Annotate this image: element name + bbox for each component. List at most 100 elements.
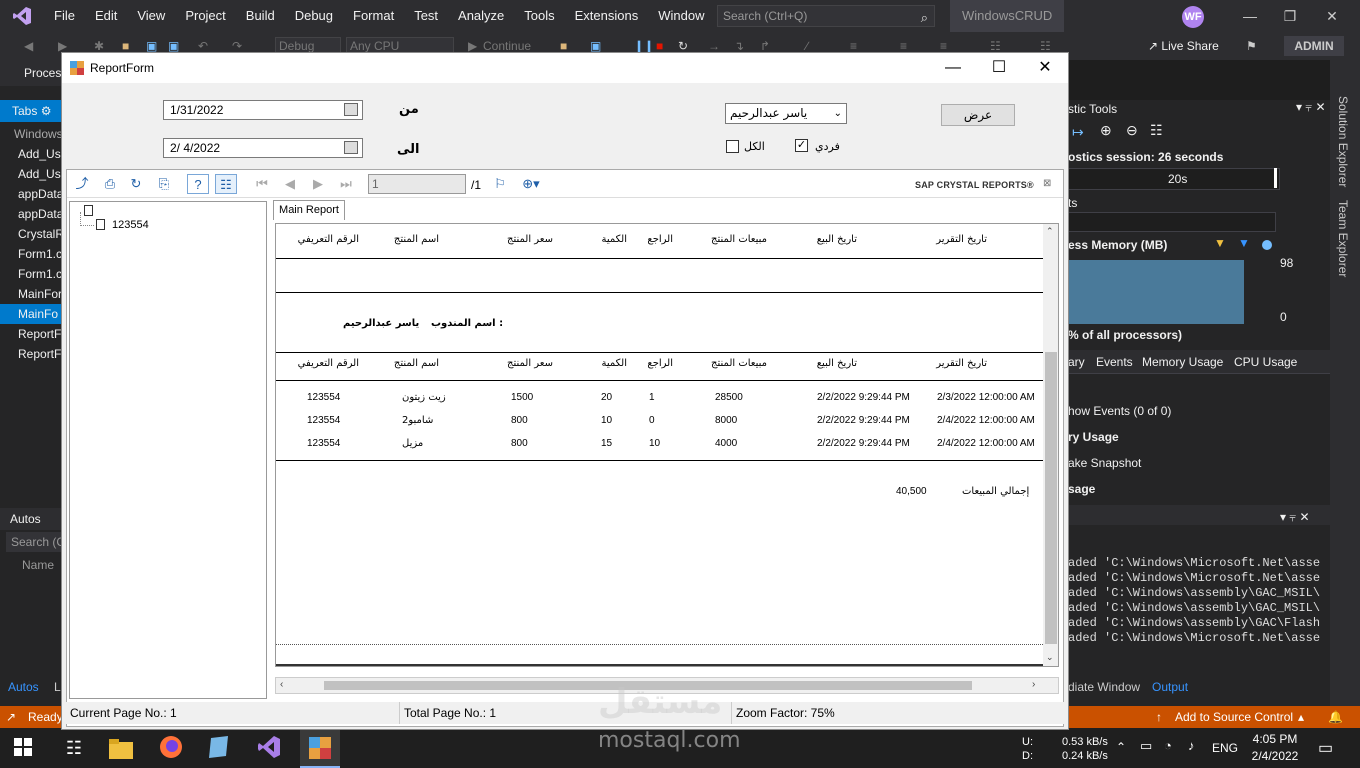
clock-date[interactable]: 2/4/2022: [1250, 749, 1300, 763]
scroll-left-icon[interactable]: ‹: [280, 679, 283, 690]
restore-icon[interactable]: ❐: [1270, 0, 1310, 32]
close-panel-icon[interactable]: ⊠: [1043, 178, 1051, 189]
diag-tab[interactable]: ary: [1068, 355, 1085, 369]
find-icon[interactable]: ⚐: [489, 174, 511, 194]
notification-bell-icon[interactable]: 🔔: [1328, 706, 1343, 728]
menu-extensions[interactable]: Extensions: [565, 0, 649, 32]
main-report-tab[interactable]: Main Report: [273, 200, 345, 220]
scroll-thumb[interactable]: [1045, 352, 1057, 644]
pin-icon[interactable]: ▾ ⫧ ✕: [1296, 100, 1326, 115]
volume-icon[interactable]: ♪: [1188, 738, 1195, 753]
gear-icon[interactable]: ⚙: [41, 104, 52, 118]
menu-project[interactable]: Project: [175, 0, 235, 32]
close-icon[interactable]: ✕: [1022, 53, 1068, 83]
immediate-window-tab[interactable]: diate Window: [1068, 680, 1140, 694]
output-pin-icon[interactable]: ▾ ⫧ ✕: [1280, 510, 1310, 525]
autos-search-input[interactable]: Search (C: [6, 532, 62, 552]
menu-analyze[interactable]: Analyze: [448, 0, 514, 32]
show-events-row[interactable]: how Events (0 of 0): [1068, 404, 1171, 418]
menu-debug[interactable]: Debug: [285, 0, 343, 32]
locals-tab[interactable]: L: [54, 680, 61, 694]
team-explorer-tab[interactable]: Team Explorer: [1336, 200, 1350, 277]
solution-file-item[interactable]: MainFo: [0, 304, 62, 324]
graph-icon[interactable]: ☷: [1150, 122, 1163, 139]
show-hidden-icons[interactable]: ⌃: [1116, 740, 1126, 754]
battery-icon[interactable]: ▭: [1140, 738, 1152, 754]
print-icon[interactable]: ⎙: [99, 174, 121, 194]
scroll-down-icon[interactable]: ⌄: [1046, 652, 1054, 663]
page-number-input[interactable]: 1: [368, 174, 466, 194]
calendar-icon[interactable]: [344, 141, 358, 154]
scroll-right-icon[interactable]: ›: [1032, 679, 1035, 690]
firefox-icon[interactable]: [158, 734, 186, 762]
menu-format[interactable]: Format: [343, 0, 404, 32]
solution-file-item[interactable]: Add_Us: [0, 164, 62, 184]
tree-item-label[interactable]: 123554: [112, 219, 149, 231]
vertical-scrollbar[interactable]: ⌃ ⌄: [1043, 224, 1058, 666]
refresh-icon[interactable]: ↻: [125, 174, 147, 194]
maximize-icon[interactable]: ☐: [976, 53, 1022, 83]
wifi-icon[interactable]: ◔: [1164, 738, 1172, 753]
add-source-control-button[interactable]: Add to Source Control: [1175, 706, 1293, 728]
report-form-taskbar-icon[interactable]: [300, 728, 340, 768]
menu-window[interactable]: Window: [648, 0, 714, 32]
menu-file[interactable]: File: [44, 0, 85, 32]
rep-combobox[interactable]: ياسر عبدالرحيم ⌄: [725, 103, 847, 124]
close-icon[interactable]: ✕: [1312, 0, 1352, 32]
feedback-icon[interactable]: ⚑: [1246, 37, 1257, 55]
menu-edit[interactable]: Edit: [85, 0, 127, 32]
zoom-in-icon[interactable]: ⊕: [1100, 122, 1112, 139]
copy-icon[interactable]: ⎘: [153, 174, 175, 194]
search-icon[interactable]: ⌕: [921, 8, 928, 28]
solution-file-item[interactable]: MainFor: [0, 284, 62, 304]
last-page-icon[interactable]: ⏭: [335, 174, 357, 194]
file-explorer-icon[interactable]: [108, 734, 136, 762]
help-icon[interactable]: ?: [187, 174, 209, 194]
avatar[interactable]: WF: [1182, 6, 1204, 28]
menu-tools[interactable]: Tools: [514, 0, 564, 32]
notepad-icon[interactable]: [206, 734, 234, 762]
all-checkbox[interactable]: [726, 140, 739, 153]
diag-tab[interactable]: Events: [1096, 355, 1133, 369]
group-tree-toggle-icon[interactable]: ☷: [215, 174, 237, 194]
timeline-cursor[interactable]: [1274, 168, 1277, 188]
date-to-picker[interactable]: 2/ 4/2022: [163, 138, 363, 158]
solution-file-item[interactable]: ReportF: [0, 344, 62, 364]
next-page-icon[interactable]: ▶: [307, 174, 329, 194]
action-center-icon[interactable]: ▭: [1318, 738, 1333, 758]
solution-file-item[interactable]: Form1.c: [0, 244, 62, 264]
zoom-out-icon[interactable]: ⊖: [1126, 122, 1138, 139]
zoom-icon[interactable]: ⊕▾: [515, 174, 547, 194]
language-indicator[interactable]: ENG: [1212, 741, 1238, 755]
calendar-icon[interactable]: [344, 103, 358, 116]
solution-file-item[interactable]: appData: [0, 204, 62, 224]
tabs-panel-header[interactable]: Tabs ⚙: [0, 100, 62, 122]
visual-studio-taskbar-icon[interactable]: [256, 734, 284, 762]
output-tab[interactable]: Output: [1152, 680, 1188, 694]
first-page-icon[interactable]: ⏮: [251, 174, 273, 194]
chevron-up-icon[interactable]: ▴: [1298, 706, 1304, 728]
task-view-icon[interactable]: ☷: [60, 734, 88, 762]
date-from-picker[interactable]: 1/31/2022: [163, 100, 363, 120]
export-icon[interactable]: ⤴: [71, 174, 93, 194]
prev-page-icon[interactable]: ◀: [279, 174, 301, 194]
back-icon[interactable]: ◀: [24, 37, 33, 55]
tree-root[interactable]: Windows: [0, 124, 62, 144]
live-share-button[interactable]: ↗ Live Share: [1148, 37, 1219, 55]
start-icon[interactable]: [14, 738, 42, 766]
chevron-down-icon[interactable]: ⌄: [834, 104, 842, 123]
solution-file-item[interactable]: ReportF: [0, 324, 62, 344]
single-checkbox[interactable]: ✓: [795, 139, 808, 152]
minimize-icon[interactable]: —: [930, 53, 976, 83]
show-report-button[interactable]: عرض: [941, 104, 1015, 126]
vs-search-input[interactable]: Search (Ctrl+Q) ⌕: [717, 5, 935, 27]
scroll-up-icon[interactable]: ⌃: [1046, 226, 1054, 237]
solution-file-item[interactable]: Form1.c: [0, 264, 62, 284]
clock-time[interactable]: 4:05 PM: [1250, 732, 1300, 746]
solution-file-item[interactable]: CrystalR: [0, 224, 62, 244]
menu-build[interactable]: Build: [236, 0, 285, 32]
diag-tab[interactable]: Memory Usage: [1142, 355, 1223, 369]
take-snapshot-row[interactable]: ake Snapshot: [1068, 456, 1141, 470]
solution-explorer-tab[interactable]: Solution Explorer: [1336, 96, 1350, 187]
autos-tab[interactable]: Autos: [8, 680, 39, 694]
